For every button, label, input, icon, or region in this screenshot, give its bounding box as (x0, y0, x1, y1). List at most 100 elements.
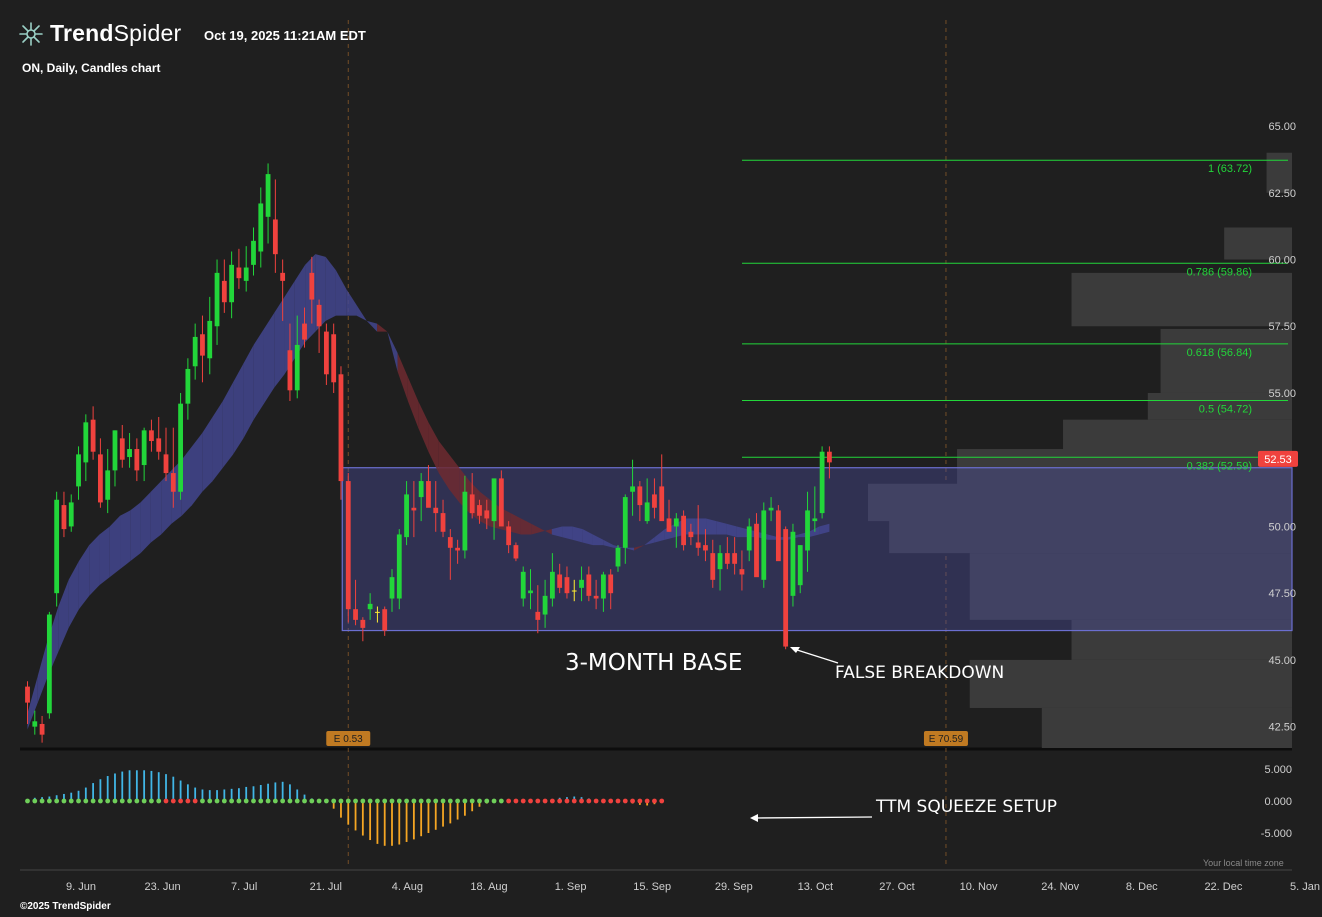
squeeze-dot (272, 798, 278, 804)
ema-ribbon-segment (68, 561, 79, 628)
candle-body (622, 497, 628, 548)
earnings-label: E 70.59 (929, 734, 964, 745)
x-tick-label: 23. Jun (145, 881, 181, 893)
squeeze-dot (83, 798, 89, 804)
candle-body (294, 344, 300, 391)
annotation-false-breakdown: FALSE BREAKDOWN (835, 663, 1004, 683)
candle-body (134, 449, 140, 471)
squeeze-dot (287, 798, 293, 804)
timezone-note: Your local time zone (1203, 858, 1284, 868)
candle-body (83, 422, 89, 463)
x-tick-label: 24. Nov (1041, 881, 1079, 893)
brand-logo[interactable]: TrendSpider (18, 20, 181, 47)
ema-ribbon-segment (387, 331, 398, 372)
candle-body (695, 542, 701, 548)
candle-body (265, 174, 271, 217)
y-tick-label: 55.00 (1268, 388, 1296, 400)
candle-body (447, 537, 453, 548)
candle-body (703, 545, 708, 551)
squeeze-dot (557, 798, 563, 804)
candle-body (338, 374, 344, 482)
candle-body (615, 547, 621, 567)
squeeze-dot (469, 798, 475, 804)
candle-body (76, 454, 81, 487)
candle-body (564, 577, 570, 594)
squeeze-dot (396, 798, 402, 804)
candle-body (105, 470, 111, 500)
ema-ribbon-segment (130, 502, 141, 562)
squeeze-dot (433, 798, 439, 804)
ema-ribbon-segment (120, 510, 131, 570)
ema-ribbon-segment (407, 376, 419, 428)
y-tick-label: 50.00 (1268, 521, 1296, 533)
chart-subtitle: ON, Daily, Candles chart (22, 61, 161, 75)
squeeze-dot (178, 798, 183, 804)
squeeze-dot (601, 798, 606, 804)
candle-body (630, 486, 635, 492)
candle-body (32, 721, 38, 727)
candle-body (61, 505, 67, 530)
ema-ribbon-segment (37, 638, 49, 703)
ema-ribbon-segment (109, 515, 121, 578)
candle-body (754, 523, 759, 578)
ema-ribbon-segment (233, 363, 244, 455)
candle-body (571, 590, 577, 592)
ema-ribbon-segment (212, 400, 223, 482)
price-chart[interactable]: 1 (63.72) 0.786 (59.86) 0.618 (56.84) 0.5 (… (0, 0, 1322, 917)
candle-body (309, 272, 315, 300)
brand-light: Spider (113, 20, 182, 46)
ema-ribbon-segment (99, 526, 110, 586)
x-tick-label: 15. Sep (633, 881, 671, 893)
squeeze-dot (134, 798, 140, 804)
squeeze-dot (32, 798, 38, 804)
squeeze-dot (382, 798, 388, 804)
candle-body (659, 486, 665, 522)
squeeze-dot (367, 798, 373, 804)
volume-profile-bar (1160, 328, 1292, 393)
candle-body (586, 574, 592, 596)
candle-body (513, 545, 519, 559)
squeeze-dot (46, 798, 52, 804)
candle-body (39, 723, 45, 735)
y-tick-label: 60.00 (1268, 255, 1296, 267)
squeeze-dot (426, 798, 431, 804)
candle-body (688, 531, 694, 538)
brand-name: TrendSpider (50, 20, 181, 47)
fib-level-label: 0.382 (52.59) (1187, 460, 1252, 472)
x-tick-label: 9. Jun (66, 881, 96, 893)
ema-ribbon-segment (150, 481, 162, 543)
candle-body (520, 571, 526, 599)
candle-body (331, 334, 337, 383)
squeeze-dot (221, 798, 227, 804)
squeeze-dot (61, 798, 67, 804)
candle-body (579, 579, 584, 588)
squeeze-dot (622, 798, 628, 804)
squeeze-dot (214, 798, 220, 804)
squeeze-y-tick: 5.000 (1264, 764, 1292, 776)
candle-body (141, 430, 147, 466)
y-tick-label: 45.00 (1268, 655, 1296, 667)
candle-body (68, 502, 74, 527)
squeeze-y-tick: -5.000 (1261, 828, 1292, 840)
x-tick-label: 10. Nov (960, 881, 998, 893)
fib-level-label: 0.5 (54.72) (1199, 403, 1252, 415)
squeeze-dot (39, 798, 45, 804)
candle-body (775, 510, 781, 562)
candle-body (637, 486, 643, 506)
squeeze-dot (229, 798, 235, 804)
squeeze-dot (447, 798, 453, 804)
candle-body (251, 240, 256, 265)
candle-body (506, 526, 512, 546)
ema-ribbon-segment (222, 382, 234, 468)
squeeze-dot (411, 798, 417, 804)
volume-profile-bar (969, 659, 1292, 708)
candle-body (316, 304, 322, 327)
candle-body (746, 526, 752, 551)
candle-body (732, 553, 738, 564)
squeeze-dot (156, 798, 162, 804)
squeeze-dot (170, 798, 176, 804)
ema-ribbon-segment (58, 579, 69, 652)
arrow-false-breakdown (793, 648, 839, 664)
candle-body (593, 595, 599, 599)
arrow-ttm-squeeze (755, 816, 873, 819)
